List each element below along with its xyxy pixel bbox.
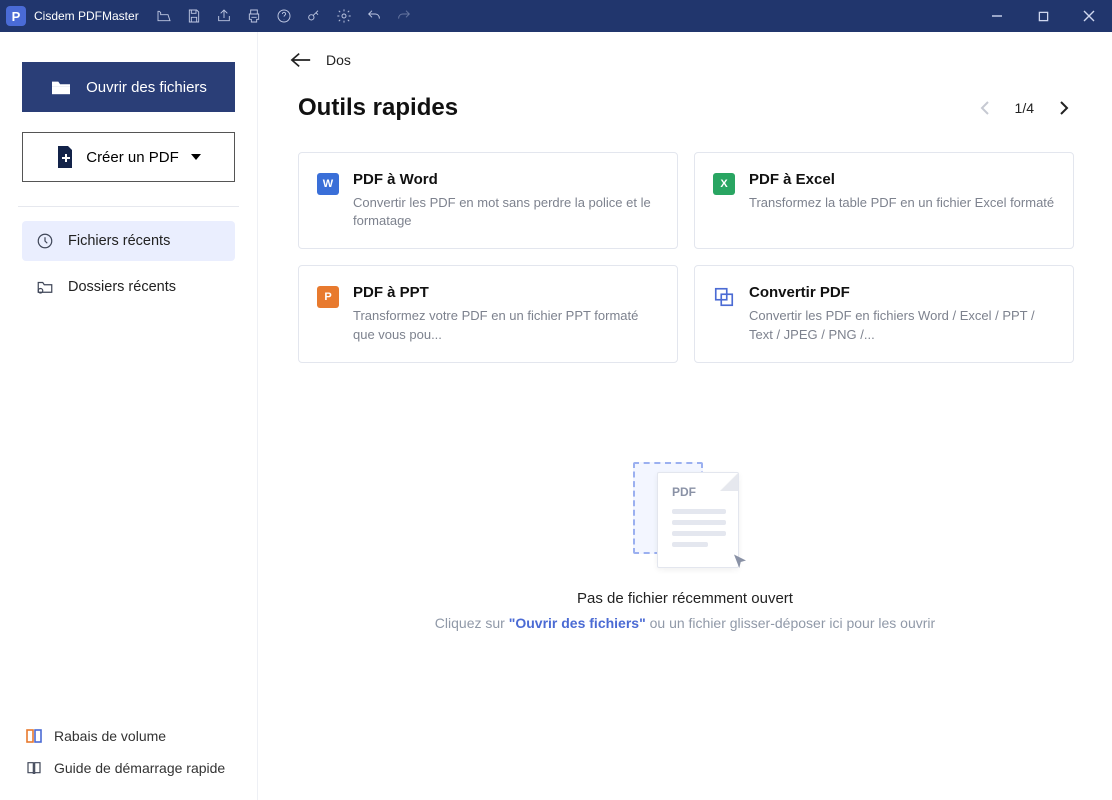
pager-prev[interactable] — [975, 98, 995, 118]
tool-card-convert-pdf[interactable]: Convertir PDF Convertir les PDF en fichi… — [694, 265, 1074, 362]
create-pdf-label: Créer un PDF — [86, 149, 179, 166]
card-title: PDF à Word — [353, 171, 659, 188]
empty-illustration: PDF — [625, 462, 745, 572]
main-panel: Dos Outils rapides 1/4 W PDF à Word Conv… — [258, 32, 1112, 800]
title-bar: P Cisdem PDFMaster — [0, 0, 1112, 32]
pager-count: 1/4 — [1015, 100, 1034, 116]
back-button[interactable]: Dos — [290, 52, 351, 68]
excel-icon: X — [713, 173, 735, 195]
arrow-left-icon — [290, 52, 312, 68]
card-title: PDF à Excel — [749, 171, 1055, 188]
word-icon: W — [317, 173, 339, 195]
save-icon[interactable] — [179, 0, 209, 32]
undo-icon[interactable] — [359, 0, 389, 32]
ppt-icon: P — [317, 286, 339, 308]
open-files-button[interactable]: Ouvrir des fichiers — [22, 62, 235, 112]
card-desc: Transformez votre PDF en un fichier PPT … — [353, 307, 659, 343]
key-icon[interactable] — [299, 0, 329, 32]
tool-card-pdf-to-word[interactable]: W PDF à Word Convertir les PDF en mot sa… — [298, 152, 678, 249]
settings-icon[interactable] — [329, 0, 359, 32]
discount-icon — [26, 728, 42, 744]
sidebar-item-recent-files[interactable]: Fichiers récents — [22, 221, 235, 261]
footer-link-label: Rabais de volume — [54, 728, 166, 744]
help-icon[interactable] — [269, 0, 299, 32]
tool-card-pdf-to-excel[interactable]: X PDF à Excel Transformez la table PDF e… — [694, 152, 1074, 249]
sidebar-item-label: Dossiers récents — [68, 279, 176, 295]
clock-icon — [36, 232, 54, 250]
minimize-button[interactable] — [974, 0, 1020, 32]
card-desc: Transformez la table PDF en un fichier E… — [749, 194, 1055, 212]
page-title: Outils rapides — [298, 94, 975, 122]
divider — [18, 206, 239, 207]
footer-volume-discount[interactable]: Rabais de volume — [22, 720, 235, 752]
cursor-icon — [731, 553, 749, 576]
file-plus-icon — [56, 146, 74, 168]
card-desc: Convertir les PDF en mot sans perdre la … — [353, 194, 659, 230]
back-label: Dos — [326, 52, 351, 68]
pdf-badge: PDF — [672, 485, 696, 499]
footer-quick-start-guide[interactable]: Guide de démarrage rapide — [22, 752, 235, 784]
folder-open-icon — [50, 78, 72, 96]
quick-tools-grid: W PDF à Word Convertir les PDF en mot sa… — [298, 152, 1074, 363]
pager-next[interactable] — [1054, 98, 1074, 118]
sidebar: Ouvrir des fichiers Créer un PDF Fichier… — [0, 32, 258, 800]
empty-subtitle: Cliquez sur "Ouvrir des fichiers" ou un … — [435, 615, 935, 631]
tool-card-pdf-to-ppt[interactable]: P PDF à PPT Transformez votre PDF en un … — [298, 265, 678, 362]
pager: 1/4 — [975, 98, 1074, 118]
folder-clock-icon — [36, 278, 54, 296]
card-title: Convertir PDF — [749, 284, 1055, 301]
convert-icon — [713, 286, 735, 308]
chevron-down-icon — [191, 154, 201, 160]
card-title: PDF à PPT — [353, 284, 659, 301]
empty-title: Pas de fichier récemment ouvert — [577, 590, 793, 607]
open-files-label: Ouvrir des fichiers — [86, 79, 207, 96]
app-logo-icon: P — [6, 6, 26, 26]
book-icon — [26, 760, 42, 776]
card-desc: Convertir les PDF en fichiers Word / Exc… — [749, 307, 1055, 343]
footer-link-label: Guide de démarrage rapide — [54, 760, 225, 776]
sidebar-item-recent-folders[interactable]: Dossiers récents — [22, 267, 235, 307]
redo-icon[interactable] — [389, 0, 419, 32]
open-icon[interactable] — [149, 0, 179, 32]
empty-sub-post: ou un fichier glisser-déposer ici pour l… — [646, 615, 935, 631]
empty-state[interactable]: PDF Pas de fichier récemment ouvert Cliq… — [258, 462, 1112, 631]
empty-sub-pre: Cliquez sur — [435, 615, 509, 631]
close-button[interactable] — [1066, 0, 1112, 32]
create-pdf-button[interactable]: Créer un PDF — [22, 132, 235, 182]
sidebar-item-label: Fichiers récents — [68, 233, 170, 249]
share-icon[interactable] — [209, 0, 239, 32]
print-icon[interactable] — [239, 0, 269, 32]
app-name: Cisdem PDFMaster — [34, 9, 139, 23]
maximize-button[interactable] — [1020, 0, 1066, 32]
open-files-link[interactable]: "Ouvrir des fichiers" — [509, 615, 646, 631]
